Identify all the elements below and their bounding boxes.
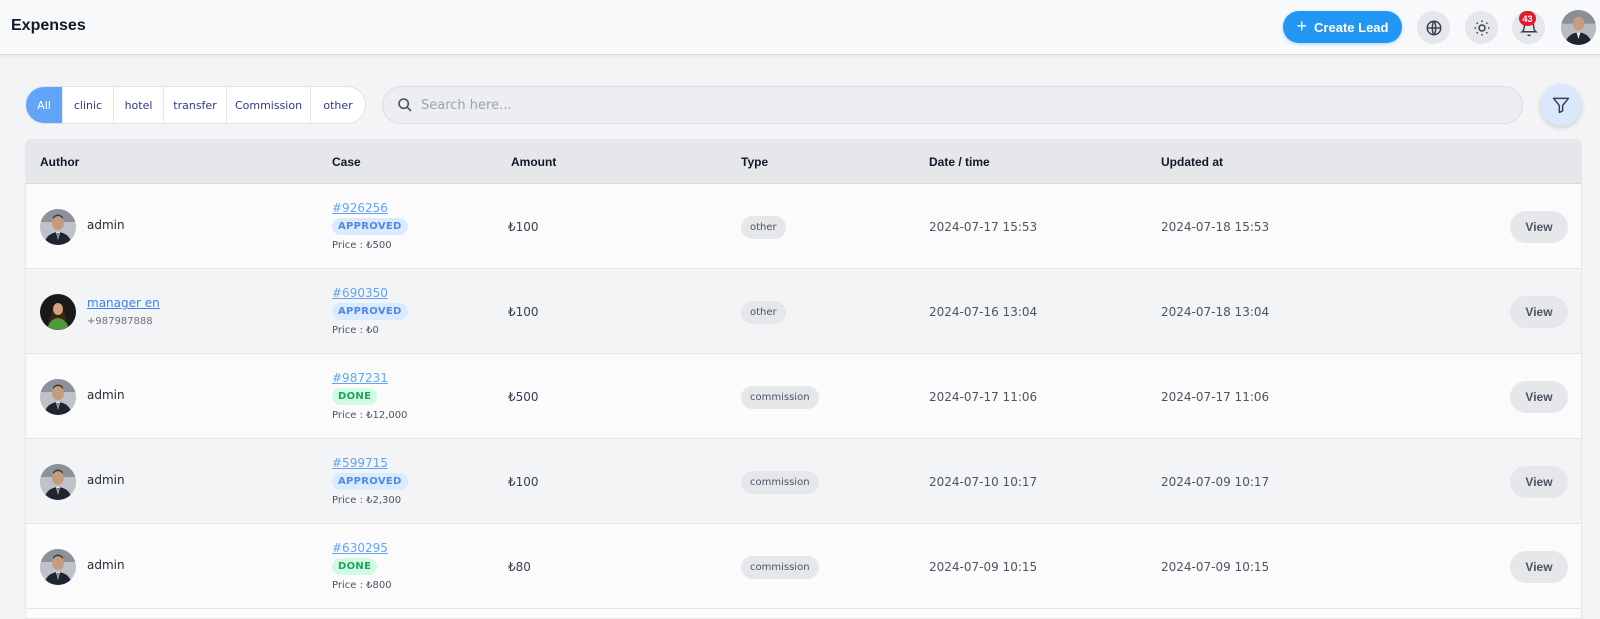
sun-icon [1474,20,1489,35]
column-header-date-time: Date / time [929,155,990,169]
case-price: Price : ₺800 [332,580,392,591]
case-link[interactable]: #926256 [332,201,388,215]
case-price: Price : ₺500 [332,240,392,251]
tab-hotel[interactable]: hotel [114,87,164,123]
date-time: 2024-07-16 13:04 [929,305,1038,319]
case-link[interactable]: #987231 [332,371,388,385]
table-row: admin #926256 APPROVED Price : ₺500 ₺100 othe… [26,184,1581,269]
table-row: admin #630295 DONE Price : ₺800 ₺80 commissio… [26,524,1581,609]
person-icon [1561,10,1596,45]
create-lead-label: Create Lead [1314,19,1389,35]
status-badge: DONE [332,388,378,405]
case-price: Price : ₺0 [332,325,379,336]
language-button[interactable] [1417,11,1450,44]
top-bar: Expenses + Create Lead 43 [0,0,1600,55]
tab-all[interactable]: All [26,87,63,123]
status-badge: APPROVED [332,473,408,490]
column-header-amount: Amount [511,155,557,169]
type-badge: other [741,301,786,324]
updated-at: 2024-07-09 10:17 [1161,475,1270,489]
amount-value: ₺80 [508,560,531,574]
column-header-updated-at: Updated at [1161,155,1224,169]
updated-at: 2024-07-17 11:06 [1161,390,1270,404]
search-icon [398,98,412,112]
notification-badge: 43 [1519,11,1536,26]
person-icon [40,379,76,415]
user-avatar[interactable] [1561,10,1596,45]
tab-clinic[interactable]: clinic [63,87,114,123]
author-avatar [40,464,76,500]
column-header-case: Case [332,155,361,169]
status-badge: DONE [332,558,378,575]
page-title: Expenses [11,17,86,34]
date-time: 2024-07-09 10:15 [929,560,1038,574]
author-name: admin [87,473,125,487]
date-time: 2024-07-17 11:06 [929,390,1038,404]
tab-transfer[interactable]: transfer [164,87,227,123]
tab-commission[interactable]: Commission [227,87,311,123]
amount-value: ₺100 [508,220,539,234]
updated-at: 2024-07-18 15:53 [1161,220,1270,234]
column-header-type: Type [741,155,769,169]
table-header: Author Case Amount Type Date / time Upda… [26,140,1581,184]
table-row: admin #599715 APPROVED Price : ₺2,300 ₺100 co… [26,439,1581,524]
amount-value: ₺100 [508,475,539,489]
updated-at: 2024-07-18 13:04 [1161,305,1270,319]
author-name[interactable]: manager en [87,296,160,310]
theme-toggle-button[interactable] [1465,11,1498,44]
type-badge: other [741,216,786,239]
search-bar [382,86,1523,124]
table-row: admin #987231 DONE Price : ₺12,000 ₺500 commi… [26,354,1581,439]
author-avatar [40,379,76,415]
type-badge: commission [741,556,819,579]
case-link[interactable]: #630295 [332,541,388,555]
person-icon [40,294,76,330]
status-badge: APPROVED [332,303,408,320]
amount-value: ₺500 [508,390,539,404]
author-avatar [40,294,76,330]
case-link[interactable]: #599715 [332,456,388,470]
tab-other[interactable]: other [311,87,365,123]
globe-icon [1426,20,1441,35]
category-filter-tabs: All clinic hotel transfer Commission oth… [25,86,366,124]
view-button[interactable]: View [1510,211,1568,243]
plus-icon: + [1296,16,1308,36]
person-icon [40,549,76,585]
expenses-table: Author Case Amount Type Date / time Upda… [25,139,1582,619]
author-name: admin [87,218,125,232]
updated-at: 2024-07-09 10:15 [1161,560,1270,574]
author-avatar [40,209,76,245]
author-name: admin [87,558,125,572]
case-link[interactable]: #690350 [332,286,388,300]
search-input[interactable] [421,87,1511,123]
type-badge: commission [741,386,819,409]
filter-button[interactable] [1540,84,1582,126]
funnel-icon [1552,97,1570,114]
view-button[interactable]: View [1510,296,1568,328]
author-phone: +987987888 [87,316,153,327]
author-name: admin [87,388,125,402]
table-row: manager en +987987888 #690350 APPROVED Price… [26,269,1581,354]
person-icon [40,209,76,245]
view-button[interactable]: View [1510,551,1568,583]
create-lead-button[interactable]: + Create Lead [1283,11,1402,43]
column-header-author: Author [40,155,80,169]
date-time: 2024-07-17 15:53 [929,220,1038,234]
person-icon [40,464,76,500]
author-avatar [40,549,76,585]
date-time: 2024-07-10 10:17 [929,475,1038,489]
case-price: Price : ₺2,300 [332,495,402,506]
view-button[interactable]: View [1510,466,1568,498]
amount-value: ₺100 [508,305,539,319]
status-badge: APPROVED [332,218,408,235]
case-price: Price : ₺12,000 [332,410,408,421]
view-button[interactable]: View [1510,381,1568,413]
type-badge: commission [741,471,819,494]
